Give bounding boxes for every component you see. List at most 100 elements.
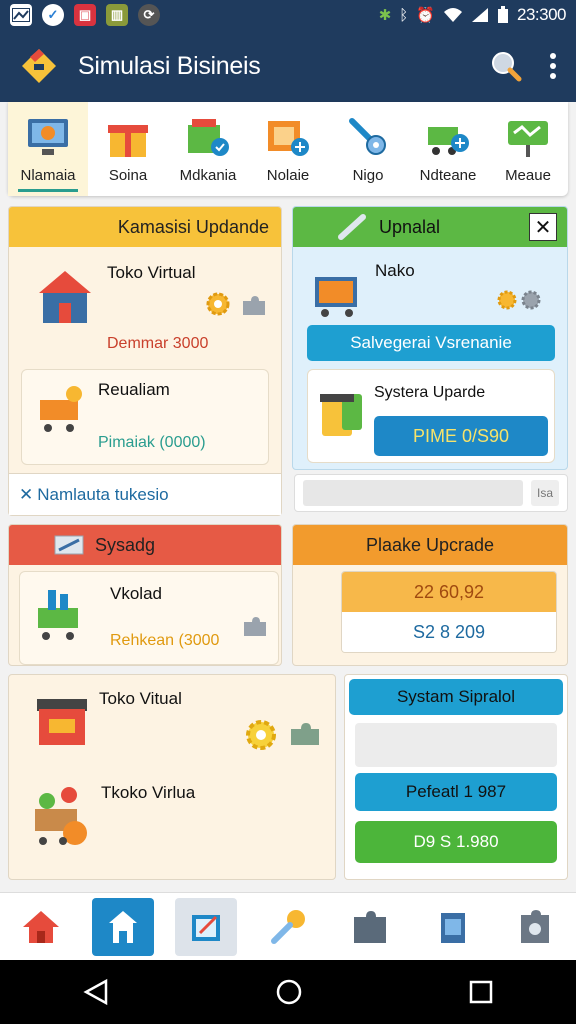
system-empty-field[interactable] — [355, 723, 557, 767]
upnalal-price-button[interactable]: PIME 0/S90 — [374, 416, 548, 456]
tab-label: Soina — [108, 167, 148, 184]
box-check-icon — [188, 119, 229, 156]
shop-list-item-title: Toko Vitual — [99, 689, 182, 708]
search-icon[interactable] — [490, 50, 522, 82]
plaake-value-2[interactable]: S2 8 209 — [342, 612, 556, 652]
card-price: Demmar 3000 — [107, 335, 209, 352]
wrench-icon — [338, 214, 366, 240]
shop-list-panel: Toko Vitual Tkoko Virlua — [8, 674, 336, 880]
upnalal-system-card[interactable]: Systera Uparde PIME 0/S90 — [307, 369, 555, 463]
recents-icon[interactable] — [468, 979, 494, 1005]
plaake-panel-title: Plaake Upcrade — [365, 534, 495, 555]
store-icon — [109, 910, 138, 943]
home-circle-icon[interactable] — [275, 978, 303, 1006]
battery-icon — [498, 6, 508, 23]
plaake-value-box: 22 60,92 S2 8 209 — [341, 571, 557, 653]
alarm-icon: ⏰ — [416, 7, 435, 24]
upnalal-input[interactable] — [303, 480, 523, 506]
back-icon[interactable] — [82, 978, 110, 1006]
notification-chart-icon: ▥ — [106, 4, 128, 26]
close-button[interactable]: ✕ — [529, 213, 557, 241]
upgrade-footer[interactable]: ✕ Namlauta tukesio — [9, 473, 281, 515]
shop-house-icon — [39, 271, 91, 323]
upnalal-panel: Upnalal ✕ Nako Salvegerai Vsrenanie Syst… — [292, 206, 568, 470]
home-icon — [23, 910, 60, 943]
tab-ndteane[interactable]: Ndteane — [408, 102, 488, 196]
more-menu-icon[interactable] — [548, 52, 558, 80]
tab-label: Nigo — [352, 167, 384, 184]
upgrade-panel: Kamasisi Updande Toko Virtual Demmar 300… — [8, 206, 282, 516]
notification-image-icon — [10, 4, 32, 26]
nav-document[interactable] — [422, 898, 484, 956]
nav-edit[interactable] — [174, 897, 237, 956]
tab-label: Meaue — [505, 167, 551, 184]
plaake-panel-header: Plaake Upcrade — [293, 525, 567, 565]
notification-sync-icon: ⟳ — [138, 4, 160, 26]
key-icon — [270, 909, 305, 944]
leaf-icon: ✱ — [378, 7, 392, 24]
nav-settings[interactable] — [504, 898, 566, 956]
shop-list-item-2[interactable]: Tkoko Virlua — [19, 775, 335, 875]
jar-icon — [320, 394, 362, 436]
wifi-icon — [444, 8, 462, 22]
system-green-button[interactable]: D9 S 1.980 — [355, 821, 557, 863]
tab-nigo[interactable]: Nigo — [328, 102, 408, 196]
system-blue-button[interactable]: Pefeatl 1 987 — [355, 773, 557, 811]
crate-add-icon — [268, 121, 309, 156]
status-bar: ✓ ▣ ▥ ⟳ ✱ ᛒ ⏰ 23:300 — [0, 0, 576, 30]
upgrade-card-reualiam[interactable]: Reualiam Pimaiak (0000) — [21, 369, 269, 465]
tab-label: Ndteane — [419, 167, 477, 184]
gear-icon — [206, 292, 230, 316]
sysadg-panel: Sysadg Vkolad Rehkean (3000 — [8, 524, 282, 666]
card-price: Rehkean (3000 — [110, 632, 220, 649]
sign-icon — [508, 121, 548, 157]
plaake-value-1[interactable]: 22 60,92 — [342, 572, 556, 612]
nav-home[interactable] — [10, 898, 72, 956]
sysadg-panel-header: Sysadg — [9, 525, 281, 565]
tab-nlamaia[interactable]: Nlamaia — [8, 102, 88, 196]
tab-label: Nlamaia — [20, 167, 76, 184]
puzzle-icon — [244, 617, 266, 636]
tab-mdkania[interactable]: Mdkania — [168, 102, 248, 196]
system-title-button[interactable]: Systam Sipralol — [349, 679, 563, 715]
bottom-nav — [0, 892, 576, 960]
tab-soina[interactable]: Soina — [88, 102, 168, 196]
notification-app-icon: ✓ — [42, 4, 64, 26]
gift-box-icon — [108, 125, 148, 157]
cart-bottles-icon — [38, 590, 78, 640]
pencil-board-icon — [54, 535, 84, 555]
upgrade-panel-title: Kamasisi Updande — [117, 216, 269, 237]
sysadg-card[interactable]: Vkolad Rehkean (3000 — [19, 571, 279, 665]
edit-board-icon — [191, 914, 220, 941]
clock: 23:300 — [517, 5, 567, 24]
category-tabs: Nlamaia Soina Mdkania Nolaie Nigo Ndtean… — [8, 102, 568, 196]
card-title: Reualiam — [98, 380, 170, 399]
wrench-gear-icon — [349, 118, 386, 155]
footer-label: Namlauta tukesio — [37, 484, 169, 504]
nav-key[interactable] — [257, 898, 319, 956]
cart-vegetables-icon — [35, 787, 87, 845]
system-panel: Systam Sipralol Pefeatl 1 987 D9 S 1.980 — [344, 674, 568, 880]
tab-nolaie[interactable]: Nolaie — [248, 102, 328, 196]
nav-store[interactable] — [92, 897, 155, 956]
shopping-cart-icon — [40, 386, 82, 432]
upgrade-card-toko-virtual[interactable]: Toko Virtual Demmar 3000 — [17, 253, 273, 361]
settings-puzzle-icon — [520, 909, 549, 943]
tab-meaue[interactable]: Meaue — [488, 102, 568, 196]
puzzle-icon — [243, 296, 265, 315]
shop-list-item-1[interactable]: Toko Vitual — [19, 681, 335, 773]
upnalal-panel-header: Upnalal ✕ — [293, 207, 567, 247]
sysadg-panel-title: Sysadg — [94, 534, 156, 555]
tab-label: Mdkania — [179, 167, 237, 184]
page-title: Simulasi Bisineis — [78, 51, 261, 80]
upnalal-input-suffix[interactable]: Isa — [531, 480, 559, 506]
card-title: Nako — [375, 261, 415, 280]
app-bar: Simulasi Bisineis — [0, 30, 576, 102]
puzzle-icon — [291, 723, 319, 745]
shop-list-item-title: Tkoko Virlua — [101, 783, 196, 802]
card-title: Vkolad — [110, 584, 162, 603]
cart-machine-icon — [315, 277, 357, 317]
upnalal-primary-button[interactable]: Salvegerai Vsrenanie — [307, 325, 555, 361]
nav-puzzle[interactable] — [339, 898, 401, 956]
upnalal-panel-title: Upnalal — [379, 216, 441, 237]
